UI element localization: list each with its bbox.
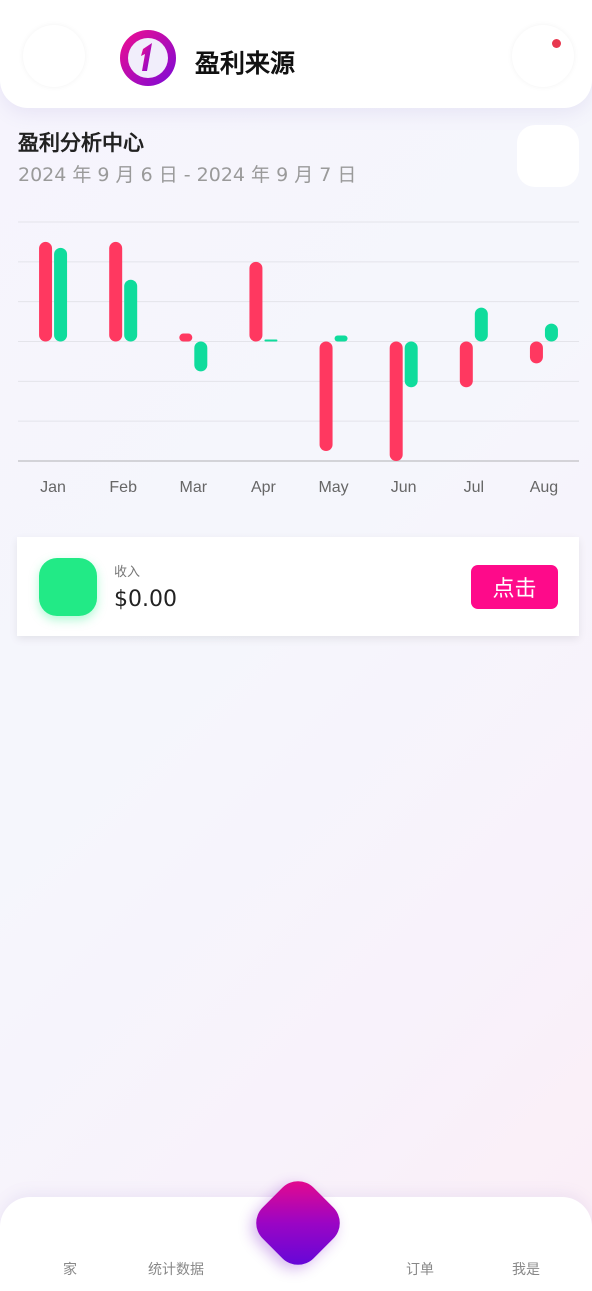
x-tick-label: Aug <box>530 479 558 496</box>
header: 盈利来源 <box>0 0 592 108</box>
bar-aug-series-1 <box>529 341 543 364</box>
x-tick-label: May <box>318 479 348 496</box>
income-card: 收入 $0.00 点击 <box>17 537 579 636</box>
tab-orders[interactable]: 订单 <box>406 1259 434 1279</box>
bar-jan-series-1 <box>39 241 53 342</box>
bar-apr-series-1 <box>249 261 263 342</box>
bar-may-series-2 <box>334 335 348 342</box>
tab-me[interactable]: 我是 <box>512 1259 540 1279</box>
tab-statistics[interactable]: 统计数据 <box>148 1259 204 1279</box>
bar-jul-series-1 <box>459 341 473 388</box>
section-title: 盈利分析中心 <box>18 131 144 155</box>
income-value: $0.00 <box>114 587 177 612</box>
calendar-button[interactable] <box>517 125 579 187</box>
x-tick-label: Apr <box>251 479 277 496</box>
bar-jun-series-2 <box>404 341 418 388</box>
bar-feb-series-2 <box>124 279 138 342</box>
click-button[interactable]: 点击 <box>471 565 558 609</box>
bar-mar-series-2 <box>194 341 208 372</box>
x-tick-label: Jan <box>40 479 66 496</box>
tab-home[interactable]: 家 <box>63 1259 77 1279</box>
x-tick-label: Mar <box>180 479 208 496</box>
notification-button[interactable] <box>512 25 574 87</box>
bar-apr-series-2 <box>264 339 278 342</box>
bar-may-series-1 <box>319 341 333 452</box>
bar-jul-series-2 <box>474 307 488 342</box>
x-tick-label: Jul <box>464 479 484 496</box>
bar-mar-series-1 <box>179 333 193 342</box>
bar-jun-series-1 <box>389 341 403 461</box>
x-tick-label: Feb <box>109 479 137 496</box>
menu-button[interactable] <box>23 25 85 87</box>
income-icon <box>39 558 97 616</box>
bar-feb-series-1 <box>109 241 123 342</box>
x-tick-label: Jun <box>391 479 417 496</box>
logo-icon <box>120 30 176 86</box>
bar-jan-series-2 <box>54 247 68 342</box>
app-title: 盈利来源 <box>195 49 296 78</box>
notification-dot <box>552 39 561 48</box>
income-label: 收入 <box>114 565 141 580</box>
bar-aug-series-2 <box>544 323 558 342</box>
date-range[interactable]: 2024 年 9 月 6 日 - 2024 年 9 月 7 日 <box>18 160 356 187</box>
profit-chart: Jan Feb Mar Apr May Jun Jul Aug <box>18 221 579 496</box>
